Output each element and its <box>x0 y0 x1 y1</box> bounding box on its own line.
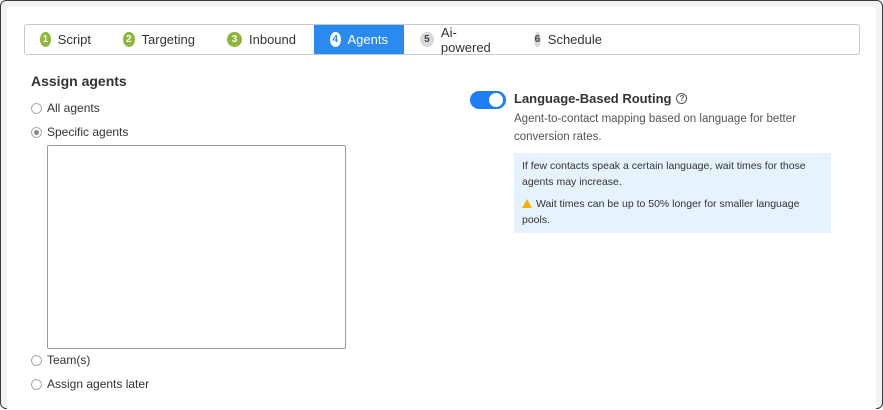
warning-text: Wait times can be up to 50% longer for s… <box>522 198 800 226</box>
step-number: 3 <box>227 32 242 47</box>
step-number: 1 <box>40 32 51 47</box>
radio-label: All agents <box>47 101 100 115</box>
step-label: Targeting <box>141 32 195 47</box>
step-label: Agents <box>347 32 388 47</box>
assign-agents-heading: Assign agents <box>31 73 127 89</box>
warning-line: Wait times can be up to 50% longer for s… <box>522 196 823 228</box>
step-schedule[interactable]: 6 Schedule <box>518 25 618 54</box>
radio-label: Team(s) <box>47 353 91 367</box>
info-text: If few contacts speak a certain language… <box>522 160 806 188</box>
info-callout: If few contacts speak a certain language… <box>514 153 831 233</box>
radio-button[interactable] <box>31 378 42 390</box>
step-number: 4 <box>330 32 341 47</box>
language-routing-toggle[interactable] <box>470 91 506 109</box>
radio-label: Assign agents later <box>47 377 150 391</box>
window-frame: 1 Script 2 Targeting 3 Inbound 4 Agents … <box>0 0 883 410</box>
language-routing-title: Language-Based Routing ? <box>514 91 688 106</box>
help-icon[interactable]: ? <box>676 93 688 104</box>
step-number: 2 <box>123 32 135 47</box>
step-label: Inbound <box>249 32 296 47</box>
radio-specific-agents[interactable]: Specific agents <box>31 125 128 139</box>
radio-assign-later[interactable]: Assign agents later <box>31 377 149 391</box>
toggle-knob <box>489 93 503 107</box>
step-inbound[interactable]: 3 Inbound <box>211 25 314 54</box>
radio-button[interactable] <box>31 354 42 366</box>
radio-button[interactable] <box>31 102 42 114</box>
step-number: 5 <box>420 32 434 47</box>
radio-button[interactable] <box>31 126 42 138</box>
language-routing-title-text: Language-Based Routing <box>514 91 672 106</box>
radio-label: Specific agents <box>47 125 129 139</box>
step-agents[interactable]: 4 Agents <box>314 25 404 54</box>
step-number: 6 <box>534 32 541 47</box>
step-targeting[interactable]: 2 Targeting <box>107 25 211 54</box>
warning-icon <box>522 199 532 208</box>
wizard-stepper: 1 Script 2 Targeting 3 Inbound 4 Agents … <box>24 24 860 55</box>
step-label: Ai-powered <box>440 24 491 55</box>
radio-teams[interactable]: Team(s) <box>31 353 90 367</box>
language-routing-description: Agent-to-contact mapping based on langua… <box>514 113 796 143</box>
content-panel: 1 Script 2 Targeting 3 Inbound 4 Agents … <box>7 7 876 410</box>
step-label: Script <box>57 32 91 47</box>
radio-all-agents[interactable]: All agents <box>31 101 100 115</box>
step-ai-powered[interactable]: 5 Ai-powered <box>404 24 518 55</box>
step-label: Schedule <box>547 32 602 47</box>
specific-agents-list[interactable] <box>47 145 346 349</box>
step-script[interactable]: 1 Script <box>25 25 107 54</box>
